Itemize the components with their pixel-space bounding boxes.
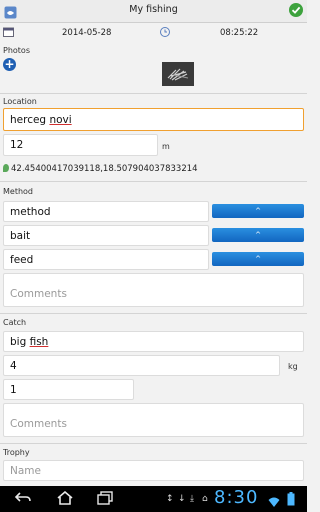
species-input[interactable]: big fish — [3, 331, 304, 352]
photos-label: Photos — [3, 46, 30, 55]
feed-value: feed — [10, 253, 34, 266]
count-value: 1 — [10, 383, 17, 396]
trophy-label: Trophy — [3, 448, 30, 457]
android-icon: ⌂ — [202, 494, 208, 504]
trophy-name-placeholder: Name — [10, 464, 41, 477]
distance-unit: m — [162, 142, 170, 151]
weight-unit: kg — [288, 362, 298, 371]
method-comments-placeholder: Comments — [10, 288, 67, 300]
species-text: big — [10, 335, 30, 348]
divider — [0, 313, 307, 314]
title-bar: My fishing — [0, 0, 307, 23]
species-misspelled: fish — [29, 335, 49, 348]
photo-thumbnail[interactable] — [162, 62, 194, 86]
distance-value: 12 — [10, 139, 24, 151]
date-value[interactable]: 2014-05-28 — [62, 28, 111, 38]
coordinates-text: 42.45400417039118,18.507904037833214 — [11, 164, 198, 174]
download-icon: ⤓ — [190, 494, 194, 504]
method-value: method — [10, 205, 51, 218]
bait-spinner-button[interactable]: ^ — [212, 228, 304, 242]
divider — [0, 93, 307, 94]
add-photo-button[interactable]: + — [3, 58, 16, 71]
home-icon[interactable] — [56, 490, 74, 509]
bait-input[interactable]: bait — [3, 225, 209, 246]
coordinates: 42.45400417039118,18.507904037833214 — [3, 164, 198, 174]
distance-input[interactable]: 12 — [3, 134, 158, 156]
datetime-row: 2014-05-28 08:25:22 — [0, 24, 307, 42]
back-icon[interactable] — [14, 490, 32, 508]
download-icon: ↓ — [178, 494, 186, 504]
location-name-text: herceg — [10, 113, 50, 126]
weight-value: 4 — [10, 359, 17, 372]
calendar-icon[interactable] — [3, 27, 14, 37]
location-pin-icon — [3, 164, 9, 172]
system-navigation-bar: ↕ ↓ ⤓ ⌂ 8:30 — [0, 486, 307, 512]
battery-icon — [287, 491, 295, 510]
catch-comments-placeholder: Comments — [10, 418, 67, 430]
page-title: My fishing — [129, 4, 178, 15]
divider — [0, 443, 307, 444]
method-comments-input[interactable]: Comments — [3, 273, 304, 307]
recent-apps-icon[interactable] — [96, 491, 114, 509]
location-name-misspelled: novi — [49, 113, 72, 126]
status-clock: 8:30 — [214, 487, 259, 508]
weight-input[interactable]: 4 — [3, 355, 280, 376]
catch-comments-input[interactable]: Comments — [3, 403, 304, 437]
clock-icon[interactable] — [160, 27, 170, 37]
method-input[interactable]: method — [3, 201, 209, 222]
method-label: Method — [3, 187, 34, 196]
bait-value: bait — [10, 229, 31, 242]
usb-icon: ↕ — [166, 494, 174, 504]
feed-input[interactable]: feed — [3, 249, 209, 270]
location-name-input[interactable]: herceg novi — [3, 108, 304, 131]
location-label: Location — [3, 97, 37, 106]
trophy-name-input[interactable]: Name — [3, 460, 304, 481]
time-value[interactable]: 08:25:22 — [220, 28, 258, 38]
wifi-icon — [268, 493, 280, 512]
feed-spinner-button[interactable]: ^ — [212, 252, 304, 266]
save-check-icon[interactable] — [289, 3, 303, 17]
count-input[interactable]: 1 — [3, 379, 134, 400]
method-spinner-button[interactable]: ^ — [212, 204, 304, 218]
catch-label: Catch — [3, 318, 27, 327]
divider — [0, 181, 307, 182]
